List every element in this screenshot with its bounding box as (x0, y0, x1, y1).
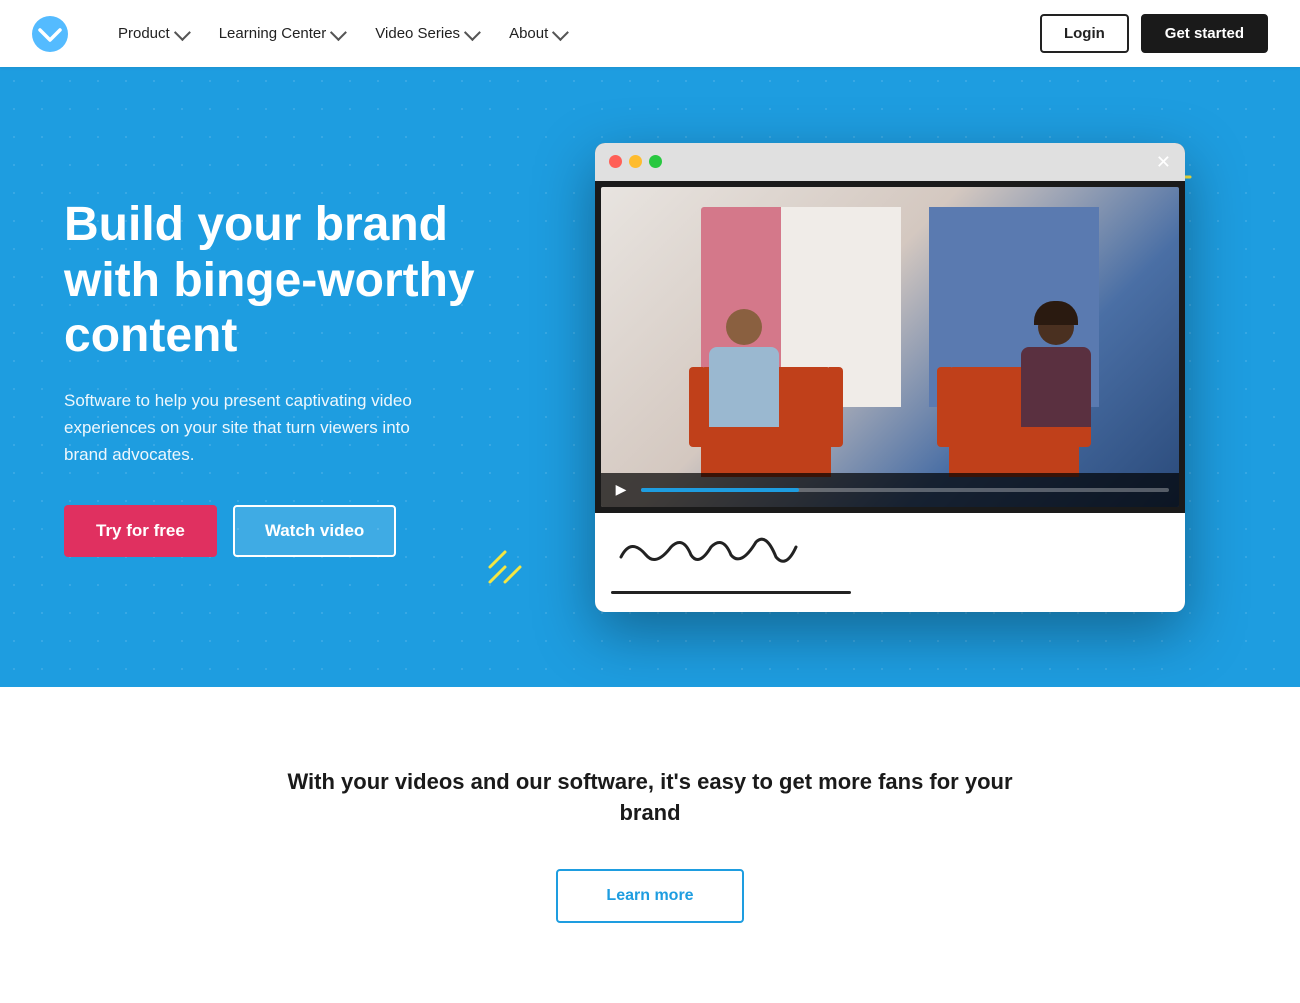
hero-buttons: Try for free Watch video (64, 505, 544, 557)
signature-underline (611, 591, 851, 594)
chevron-down-icon (174, 24, 191, 41)
below-section: With your videos and our software, it's … (0, 687, 1300, 1003)
section-tagline: With your videos and our software, it's … (270, 767, 1030, 829)
nav-item-learning[interactable]: Learning Center (205, 17, 358, 50)
navbar: Product Learning Center Video Series Abo… (0, 0, 1300, 67)
nav-item-about[interactable]: About (495, 17, 579, 50)
play-icon[interactable]: ▶ (611, 480, 631, 500)
video-progress-fill (641, 488, 799, 492)
close-icon[interactable]: ✕ (1156, 153, 1171, 171)
chevron-down-icon (330, 24, 347, 41)
chevron-down-icon (552, 24, 569, 41)
person-left (709, 309, 779, 427)
browser-mockup: ✕ (595, 143, 1185, 612)
channel-signature (611, 527, 1169, 585)
video-progress-bar[interactable] (641, 488, 1169, 492)
nav-item-video-series[interactable]: Video Series (361, 17, 491, 50)
person-left-body (709, 347, 779, 427)
browser-dot-close (609, 155, 622, 168)
hero-title: Build your brand with binge-worthy conte… (64, 197, 544, 363)
learn-more-button[interactable]: Learn more (556, 869, 743, 923)
video-preview: ▶ (601, 187, 1179, 507)
hero-content: Build your brand with binge-worthy conte… (64, 197, 544, 556)
chevron-down-icon (464, 24, 481, 41)
person-left-head (726, 309, 762, 345)
video-player-bar: ▶ (601, 473, 1179, 507)
hero-subtitle: Software to help you present captivating… (64, 387, 444, 469)
nav-actions: Login Get started (1040, 14, 1268, 53)
getstarted-button[interactable]: Get started (1141, 14, 1268, 53)
browser-dot-maximize (649, 155, 662, 168)
browser-footer (595, 513, 1185, 612)
watch-video-button[interactable]: Watch video (233, 505, 397, 557)
nav-links: Product Learning Center Video Series Abo… (104, 17, 1040, 50)
person-right (1021, 309, 1091, 427)
logo[interactable] (32, 16, 68, 52)
hero-visual: ✕ (544, 143, 1236, 612)
hero-section: Build your brand with binge-worthy conte… (0, 67, 1300, 687)
browser-content: ▶ (595, 181, 1185, 513)
try-for-free-button[interactable]: Try for free (64, 505, 217, 557)
login-button[interactable]: Login (1040, 14, 1129, 53)
person-right-body (1021, 347, 1091, 427)
browser-titlebar: ✕ (595, 143, 1185, 181)
browser-dot-minimize (629, 155, 642, 168)
nav-item-product[interactable]: Product (104, 17, 201, 50)
